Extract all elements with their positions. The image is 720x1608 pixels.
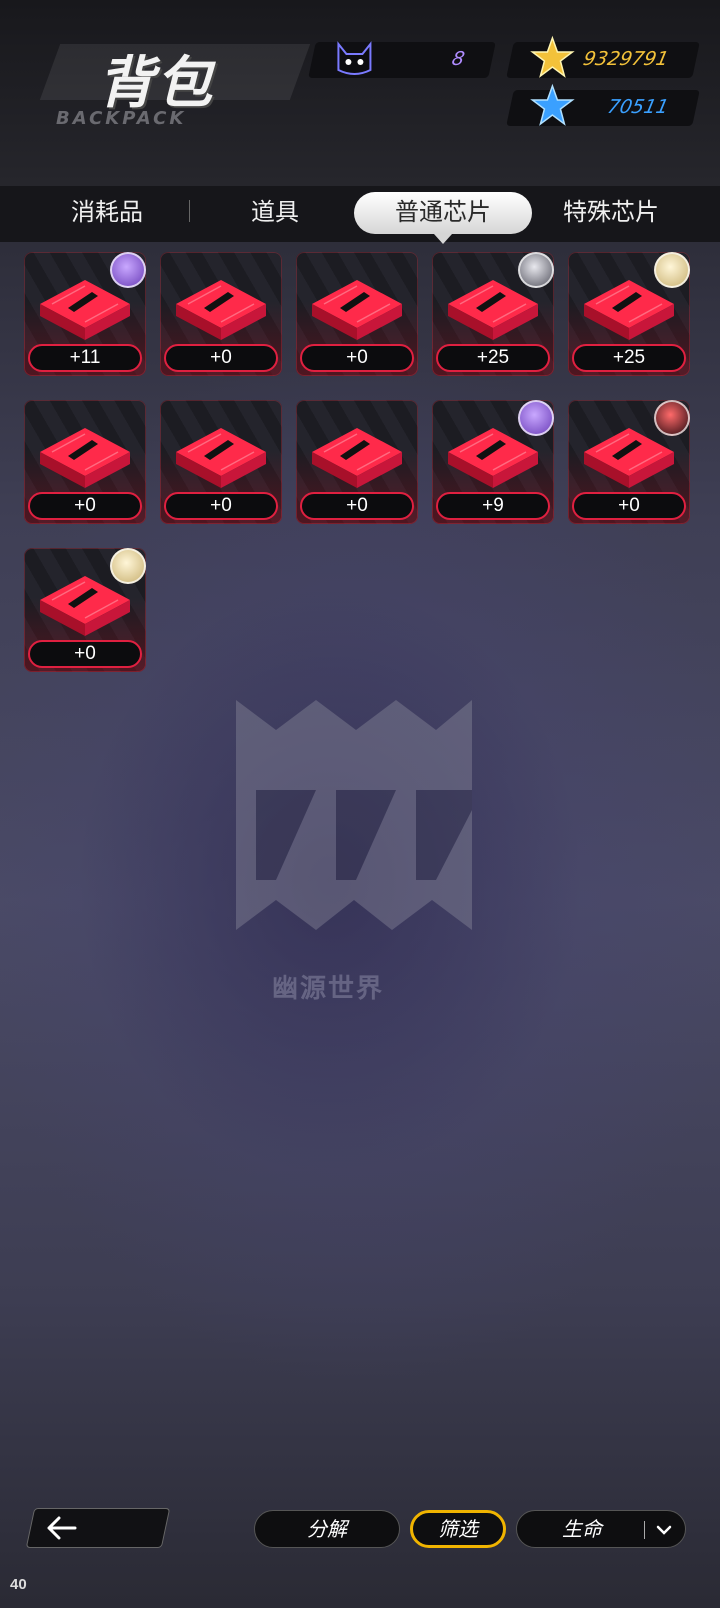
chip-icon [312,428,402,488]
chip-level: +25 [436,344,550,372]
watermark-text: 幽源世界 [272,973,385,1003]
back-arrow-icon [47,1516,77,1540]
resource-gold: 9329791 [506,35,700,78]
filter-button[interactable]: 筛选 [410,1510,506,1548]
chip-card[interactable]: +0 [160,400,282,524]
back-button[interactable] [25,1508,171,1548]
title-block: 背包 BACKPACK [20,38,340,138]
category-tabs: 消耗品 道具 普通芯片 特殊芯片 [0,186,720,244]
chip-level: +0 [300,344,414,372]
character-avatar [518,400,554,436]
character-avatar [110,548,146,584]
header: 背包 BACKPACK 8 9329791 70511 [0,0,720,186]
page-subtitle: BACKPACK [56,108,187,129]
chip-level: +0 [164,344,278,372]
chip-level: +25 [572,344,686,372]
chip-card[interactable]: +0 [24,400,146,524]
chip-level: +9 [436,492,550,520]
tab-items[interactable]: 道具 [186,192,364,234]
chip-level: +0 [28,640,142,668]
page-title: 背包 [98,51,214,116]
fps-counter: 40 [10,1576,27,1593]
chip-card[interactable]: +0 [24,548,146,672]
chip-card[interactable]: +0 [296,400,418,524]
chip-level: +0 [300,492,414,520]
chip-level: +11 [28,344,142,372]
resource-diamond-value: 70511 [605,96,671,118]
resource-gold-value: 9329791 [581,48,671,70]
tab-consumables[interactable]: 消耗品 [18,192,196,234]
chip-card[interactable]: +9 [432,400,554,524]
sort-select[interactable]: 生命 [516,1510,686,1548]
game-logo-watermark [236,700,472,930]
chip-card[interactable]: +11 [24,252,146,376]
resource-energy: 8 [308,41,496,78]
resource-energy-value: 8 [449,48,467,70]
chip-card[interactable]: +0 [568,400,690,524]
chip-icon [312,280,402,340]
chip-icon [40,428,130,488]
chip-card[interactable]: +25 [568,252,690,376]
decompose-button[interactable]: 分解 [254,1510,400,1548]
blue-star-icon [530,83,575,126]
character-avatar [654,252,690,288]
chip-level: +0 [572,492,686,520]
character-avatar [518,252,554,288]
chip-icon [176,428,266,488]
gold-star-icon [530,35,575,78]
chip-level: +0 [28,492,142,520]
tab-special-chips[interactable]: 特殊芯片 [522,192,700,234]
sort-select-value: 生命 [562,1517,602,1541]
resource-diamond: 70511 [506,83,700,126]
character-avatar [110,252,146,288]
tab-normal-chips[interactable]: 普通芯片 [354,192,532,244]
chip-icon [176,280,266,340]
chip-card[interactable]: +25 [432,252,554,376]
chip-card[interactable]: +0 [160,252,282,376]
sort-divider [644,1521,645,1539]
character-avatar [654,400,690,436]
tab-divider [189,200,190,222]
chevron-down-icon [656,1525,672,1535]
chip-card[interactable]: +0 [296,252,418,376]
cat-mask-icon [337,41,372,75]
chip-level: +0 [164,492,278,520]
